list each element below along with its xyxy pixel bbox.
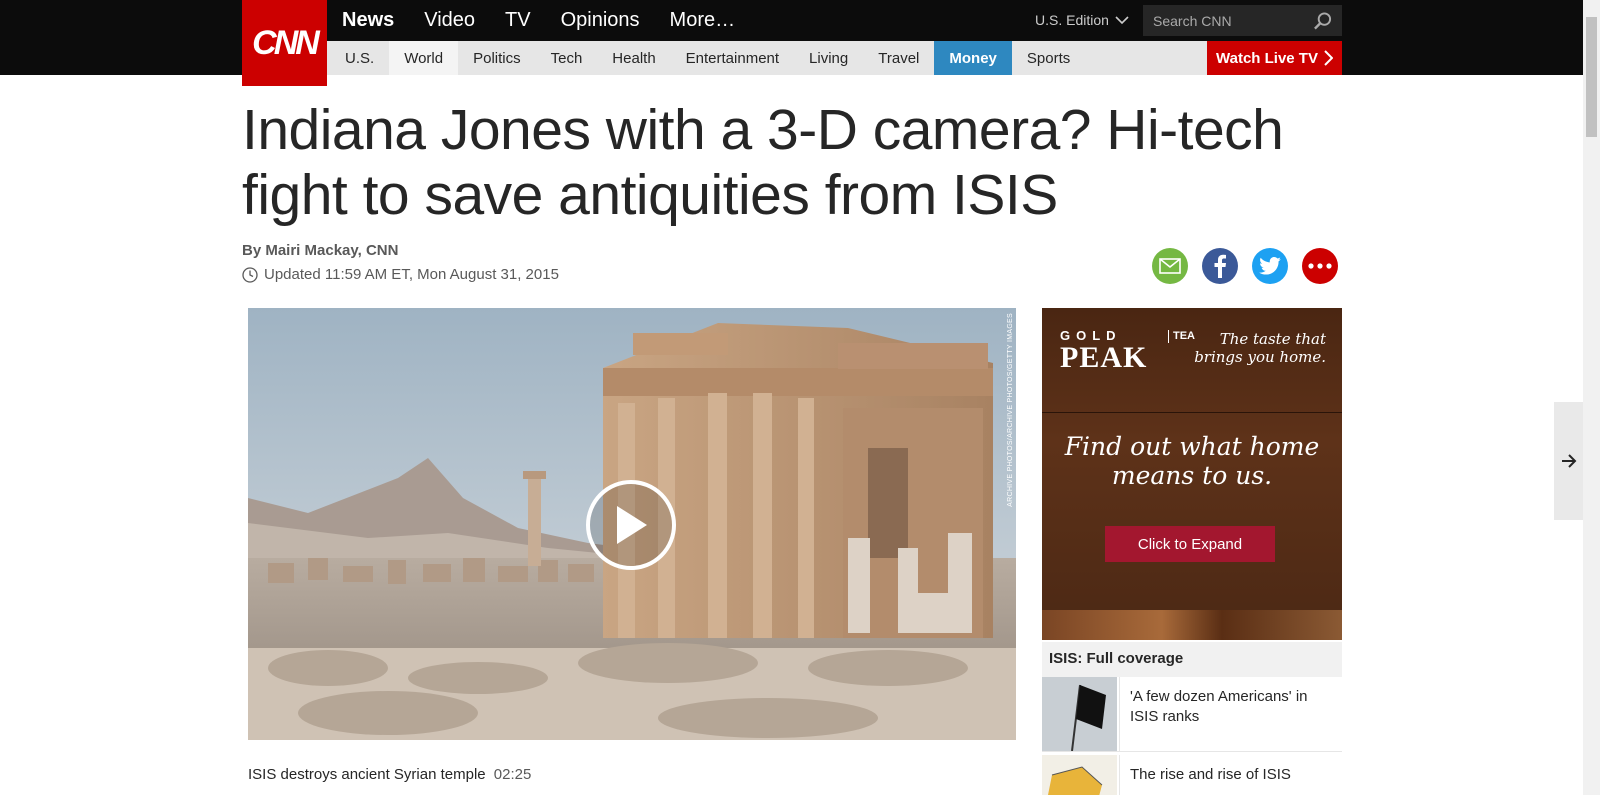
byline: By Mairi Mackay, CNN — [242, 242, 399, 259]
ad-brand-logo: GOLD PEAK TEA — [1060, 328, 1195, 374]
advertisement[interactable]: GOLD PEAK TEA The taste that brings you … — [1042, 308, 1342, 640]
video-player[interactable]: ARCHIVE PHOTOS/ARCHIVE PHOTOS/GETTY IMAG… — [248, 308, 1016, 740]
subnav-politics[interactable]: Politics — [458, 41, 536, 75]
play-button[interactable] — [586, 480, 676, 570]
subnav-living[interactable]: Living — [794, 41, 863, 75]
share-email-button[interactable] — [1152, 248, 1188, 284]
facebook-icon — [1214, 254, 1226, 278]
arrow-right-icon — [1561, 454, 1576, 468]
main-nav: News Video TV Opinions More… — [342, 0, 765, 41]
nav-tv[interactable]: TV — [505, 9, 531, 32]
nav-opinions[interactable]: Opinions — [561, 9, 640, 32]
photo-credit: ARCHIVE PHOTOS/ARCHIVE PHOTOS/GETTY IMAG… — [1007, 313, 1014, 507]
ad-headline: Find out what home means to us. — [1064, 432, 1320, 490]
chevron-right-icon — [1324, 50, 1333, 66]
email-icon — [1159, 258, 1181, 274]
more-dots-icon — [1308, 263, 1332, 269]
subnav-entertainment[interactable]: Entertainment — [671, 41, 794, 75]
share-more-button[interactable] — [1302, 248, 1338, 284]
twitter-icon — [1259, 257, 1281, 275]
subnav-sports[interactable]: Sports — [1012, 41, 1085, 75]
ad-tagline: The taste that brings you home. — [1194, 330, 1326, 366]
subnav-health[interactable]: Health — [597, 41, 670, 75]
sub-nav: U.S. World Politics Tech Health Entertai… — [330, 41, 1085, 75]
video-caption-text: ISIS destroys ancient Syrian temple — [248, 766, 486, 783]
sidebar-thumbnail — [1042, 677, 1117, 751]
sidebar-item[interactable]: The rise and rise of ISIS — [1042, 755, 1342, 795]
cnn-logo[interactable]: CNN — [242, 0, 327, 86]
clock-icon — [242, 266, 258, 283]
sidebar-heading[interactable]: ISIS: Full coverage — [1042, 642, 1342, 677]
ad-brand-side: TEA — [1168, 330, 1195, 343]
video-duration: 02:25 — [493, 766, 532, 783]
ad-expand-button[interactable]: Click to Expand — [1105, 526, 1275, 562]
share-twitter-button[interactable] — [1252, 248, 1288, 284]
subnav-money[interactable]: Money — [934, 41, 1012, 75]
nav-more[interactable]: More… — [670, 9, 736, 32]
ad-brand-main: PEAK — [1060, 341, 1148, 374]
watch-live-button[interactable]: Watch Live TV — [1207, 41, 1342, 75]
search-input[interactable] — [1153, 12, 1313, 29]
scrollbar-thumb[interactable] — [1586, 17, 1597, 137]
nav-video[interactable]: Video — [424, 9, 475, 32]
ad-food-image — [1042, 610, 1342, 640]
share-facebook-button[interactable] — [1202, 248, 1238, 284]
video-caption[interactable]: ISIS destroys ancient Syrian temple 02:2… — [248, 766, 531, 783]
search-icon[interactable] — [1313, 11, 1332, 31]
subnav-world[interactable]: World — [389, 41, 459, 75]
nav-news[interactable]: News — [342, 9, 394, 32]
article-headline: Indiana Jones with a 3-D camera? Hi-tech… — [242, 98, 1284, 227]
play-icon — [617, 506, 647, 544]
edition-label: U.S. Edition — [1035, 12, 1109, 28]
subnav-us[interactable]: U.S. — [330, 41, 389, 75]
edition-selector[interactable]: U.S. Edition — [1035, 12, 1129, 28]
logo-text: CNN — [252, 23, 320, 62]
sidebar-item-title: 'A few dozen Americans' in ISIS ranks — [1119, 677, 1342, 751]
updated-time: Updated 11:59 AM ET, Mon August 31, 2015 — [242, 266, 559, 283]
updated-text: Updated 11:59 AM ET, Mon August 31, 2015 — [264, 266, 559, 283]
sidebar-item[interactable]: 'A few dozen Americans' in ISIS ranks — [1042, 677, 1342, 752]
sidebar-item-title: The rise and rise of ISIS — [1119, 755, 1301, 795]
search-box — [1143, 5, 1342, 36]
subnav-travel[interactable]: Travel — [863, 41, 934, 75]
chevron-down-icon — [1115, 16, 1129, 25]
next-article-button[interactable] — [1554, 402, 1583, 520]
subnav-tech[interactable]: Tech — [536, 41, 598, 75]
watch-live-label: Watch Live TV — [1216, 49, 1318, 67]
sidebar-thumbnail — [1042, 755, 1117, 795]
ad-divider — [1042, 412, 1342, 413]
